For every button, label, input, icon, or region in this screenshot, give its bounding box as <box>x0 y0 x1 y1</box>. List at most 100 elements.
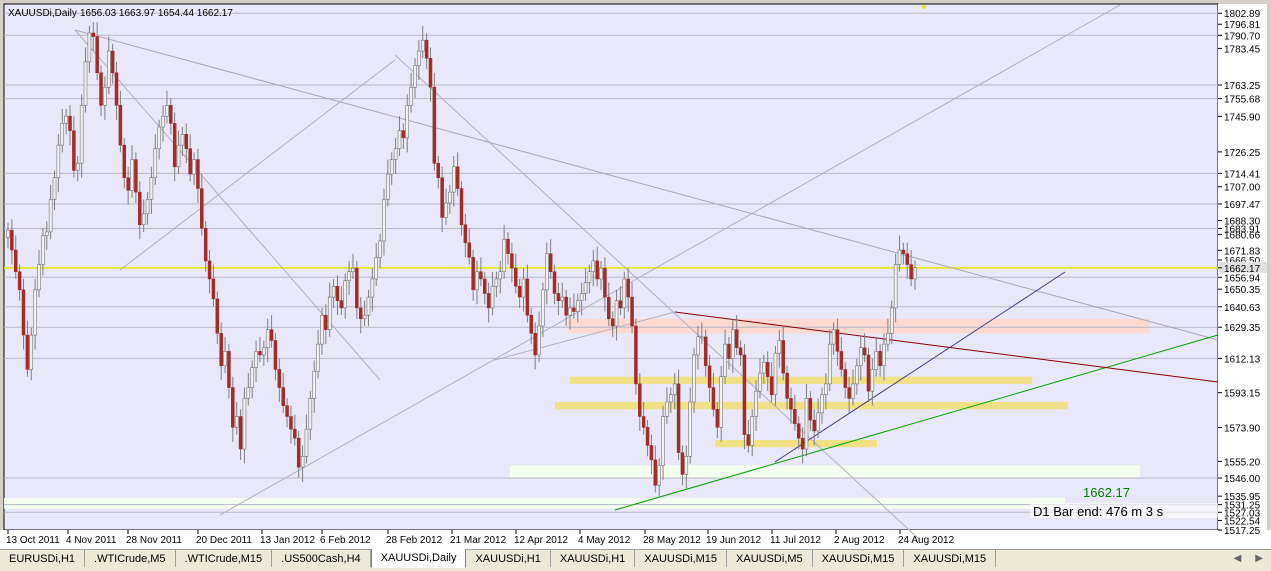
candle-body <box>494 278 499 287</box>
candle-body <box>91 32 96 37</box>
chart-window[interactable]: 1802.89 1796.81 1790.70 1783.45 1763.25 1755.… <box>0 0 1271 549</box>
candle-body <box>855 365 859 385</box>
scroll-right-icon[interactable]: ▶ <box>1255 553 1263 564</box>
candle-body <box>669 394 673 403</box>
candle-body <box>316 343 320 372</box>
candle-body <box>118 105 123 146</box>
candle-body <box>479 271 483 280</box>
price-tick-label: 1783.45 <box>1224 44 1261 55</box>
candle-body <box>599 267 603 280</box>
candle-body <box>665 401 669 417</box>
candle-body <box>645 427 650 446</box>
candle-body <box>614 300 619 327</box>
candle-body <box>304 428 309 457</box>
chart-tab[interactable]: XAUUSDi,H1 <box>551 550 636 567</box>
candle-body <box>831 329 836 345</box>
chart-tab[interactable]: XAUUSDi,M15 <box>904 550 997 567</box>
price-tick-label: 1790.70 <box>1224 31 1261 42</box>
marker-dot <box>922 5 926 9</box>
candle-body <box>83 61 88 106</box>
candle-body <box>475 271 479 291</box>
candle-body <box>165 105 169 117</box>
candle-body <box>893 264 898 309</box>
candle-body <box>366 296 371 316</box>
candle-body <box>603 267 607 298</box>
candle-body <box>661 416 665 466</box>
candle-body <box>285 405 289 417</box>
chart-tab[interactable]: .WTICrude,M5 <box>85 550 176 567</box>
candle-body <box>153 148 158 178</box>
candle-body <box>192 159 196 175</box>
candle-body <box>397 130 402 149</box>
price-tick-label: 1745.90 <box>1224 112 1261 123</box>
candle-body <box>300 456 305 468</box>
candle-body <box>413 65 417 88</box>
price-tick-label: 1680.66 <box>1224 230 1261 241</box>
sr-band <box>568 318 1150 334</box>
chart-tab-bar: EURUSDi,H1 .WTICrude,M5 .WTICrude,M15 .US50… <box>0 549 1271 571</box>
candle-body <box>703 336 708 367</box>
candle-body <box>762 361 766 374</box>
candle-body <box>238 416 243 450</box>
candle-body <box>680 452 685 475</box>
date-label: 2 Aug 2012 <box>834 535 885 546</box>
chart-tab[interactable]: XAUUSDi,H1 <box>466 550 551 567</box>
chart-tab[interactable]: XAUUSDi,Daily <box>370 549 467 568</box>
candle-body <box>378 240 382 258</box>
price-tick-label: 1640.63 <box>1224 303 1261 314</box>
candle-body <box>451 166 456 193</box>
chart-tab[interactable]: XAUUSDi,M5 <box>727 550 813 567</box>
candle-body <box>184 134 189 149</box>
candle-body <box>711 387 716 410</box>
candle-body <box>219 333 223 367</box>
candle-body <box>897 249 902 265</box>
chart-tab[interactable]: XAUUSDi,M15 <box>635 550 728 567</box>
price-tick-label: 1802.89 <box>1224 9 1261 20</box>
candle-body <box>246 387 251 399</box>
candle-body <box>6 229 10 238</box>
candle-body <box>858 347 863 367</box>
candle-body <box>537 325 541 356</box>
candle-body <box>72 130 76 171</box>
candle-body <box>48 199 53 233</box>
candle-body <box>64 115 68 124</box>
price-chart[interactable]: 1802.891796.811790.70 1783.45 1763.25 1755.… <box>0 0 1271 549</box>
candle-body <box>417 50 421 66</box>
candle-body <box>843 369 847 388</box>
tab-scroll-arrows[interactable]: ◀ ▶ <box>1234 550 1271 564</box>
candle-body <box>909 264 913 280</box>
date-label: 28 Nov 2011 <box>126 535 182 546</box>
candle-body <box>231 387 235 428</box>
scroll-left-icon[interactable]: ◀ <box>1234 553 1242 564</box>
candle-body <box>258 351 262 356</box>
candle-body <box>436 162 440 178</box>
candle-body <box>649 445 654 461</box>
candle-body <box>149 177 154 200</box>
candle-body <box>742 354 747 435</box>
chart-tab[interactable]: XAUUSDi,M15 <box>813 550 905 567</box>
date-label: 4 May 2012 <box>578 535 631 546</box>
candle-body <box>76 162 80 171</box>
candle-body <box>610 318 615 327</box>
date-label: 12 Apr 2012 <box>514 535 568 546</box>
candle-body <box>498 271 503 280</box>
candle-body <box>308 398 313 430</box>
candle-body <box>17 271 22 291</box>
candle-body <box>591 260 596 272</box>
chart-tab[interactable]: .US500Cash,H4 <box>272 550 371 567</box>
candle-body <box>684 456 689 475</box>
chart-tab[interactable]: EURUSDi,H1 <box>0 550 86 567</box>
candle-body <box>785 372 789 399</box>
candle-body <box>847 387 851 399</box>
candle-body <box>180 134 185 146</box>
date-label: 13 Jan 2012 <box>260 535 315 546</box>
candle-body <box>56 144 61 178</box>
candle-body <box>618 300 623 309</box>
plot-area <box>3 3 1219 531</box>
candle-body <box>517 285 522 298</box>
chart-tab[interactable]: .WTICrude,M15 <box>176 550 273 567</box>
candle-body <box>521 278 526 298</box>
candle-body <box>490 285 495 309</box>
candle-body <box>103 86 107 106</box>
candle-body <box>746 434 751 446</box>
